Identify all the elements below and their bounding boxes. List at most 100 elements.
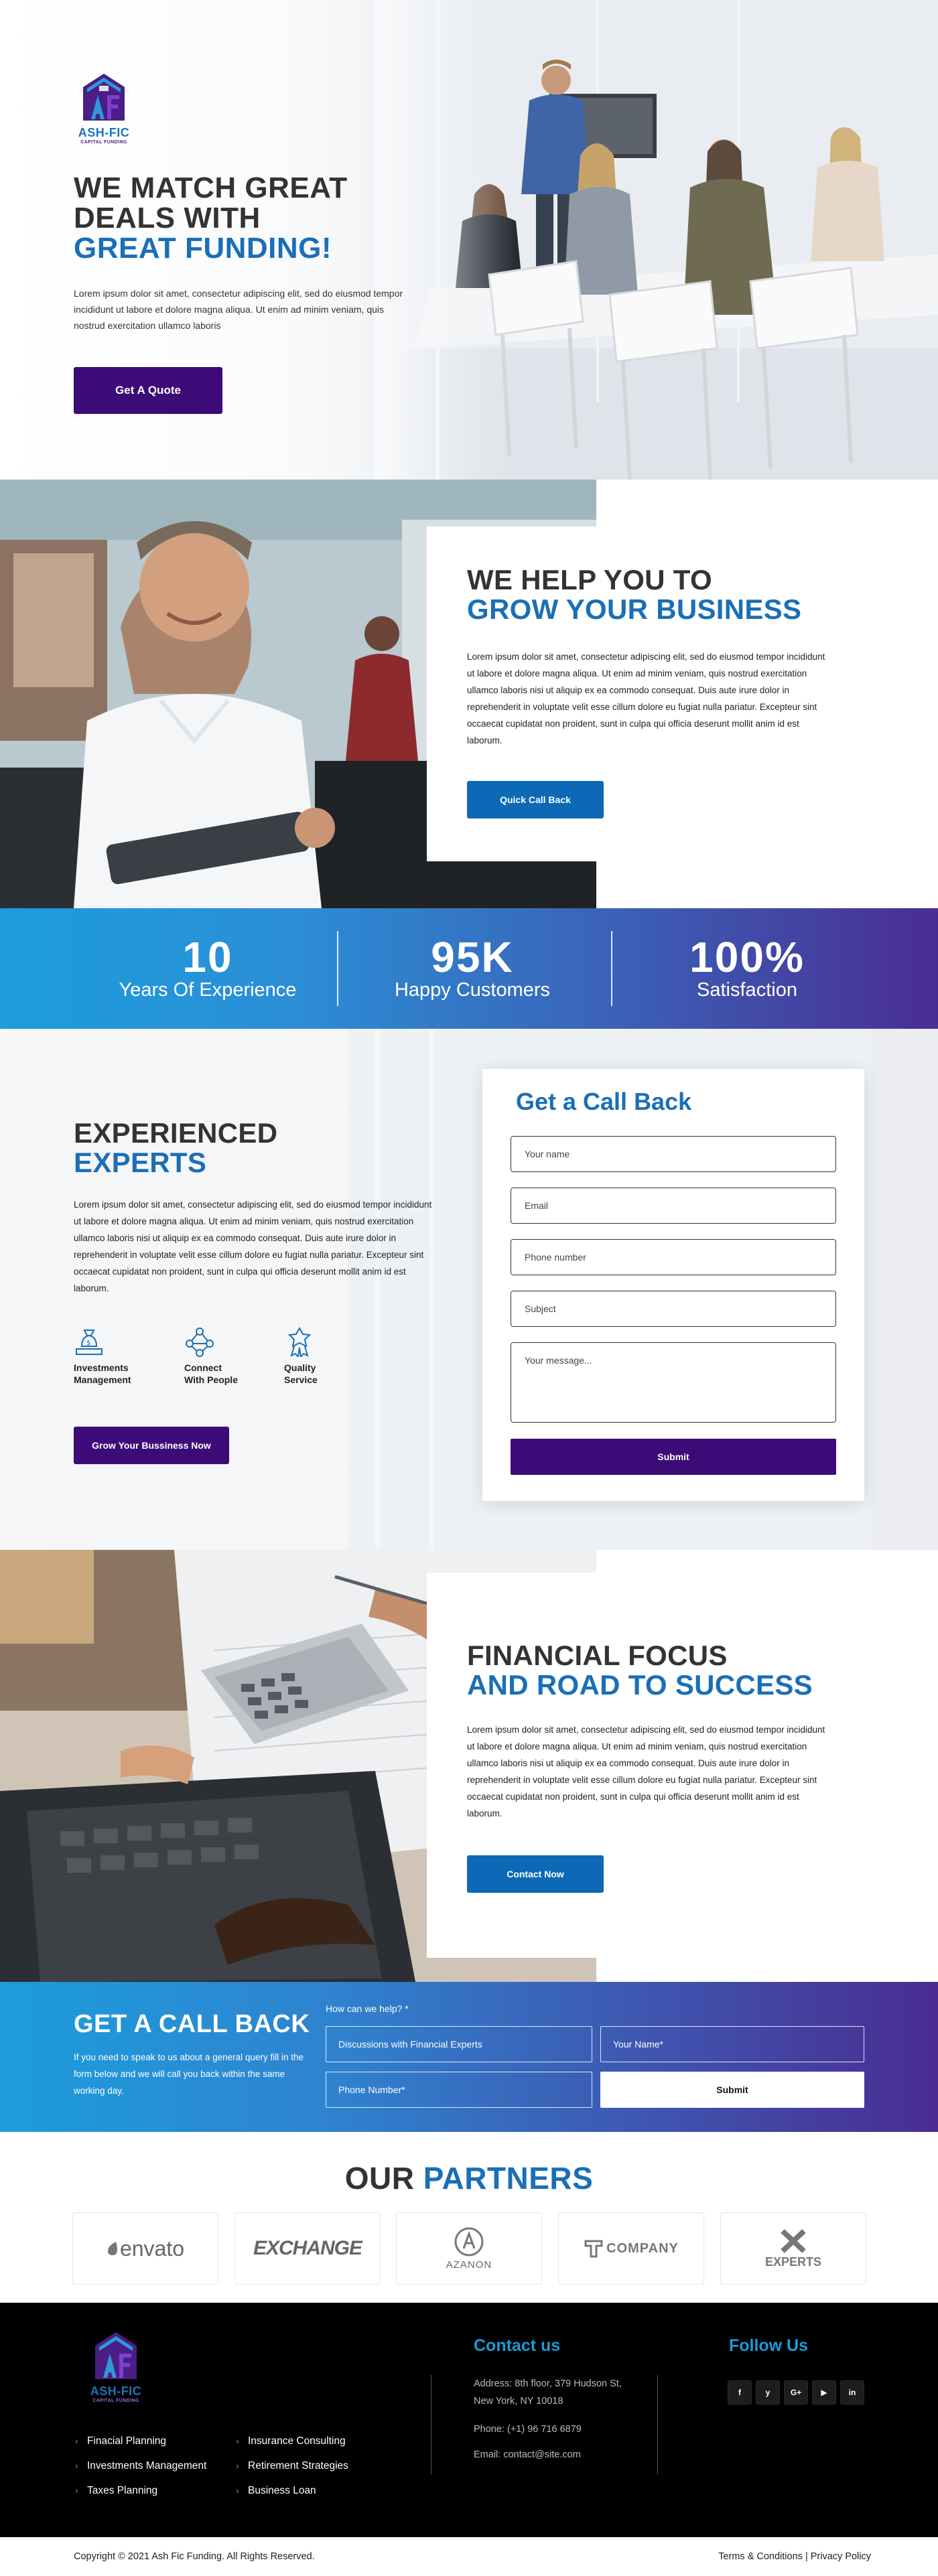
partner-name: EXCHANGE <box>253 2237 362 2259</box>
facebook-icon[interactable]: f <box>728 2380 752 2405</box>
address-line1: Address: 8th floor, 379 Hudson St, <box>474 2378 622 2389</box>
contact-email[interactable]: Email: contact@site.com <box>474 2446 581 2463</box>
feature-label-line1: Connect <box>184 1362 222 1373</box>
partner-name: COMPANY <box>606 2240 679 2256</box>
feature-connect: Connect With People <box>184 1326 271 1386</box>
call-back-band-description: If you need to speak to us about a gener… <box>74 2052 304 2096</box>
message-field[interactable] <box>511 1342 836 1423</box>
feature-label: Investments Management <box>74 1362 161 1386</box>
footer-link[interactable]: Taxes Planning <box>75 2478 206 2503</box>
twitter-icon[interactable]: y <box>756 2380 780 2405</box>
grow-business-now-button[interactable]: Grow Your Bussiness Now <box>74 1427 229 1464</box>
feature-label-line2: Management <box>74 1374 131 1385</box>
privacy-link[interactable]: Privacy Policy <box>811 2551 871 2562</box>
partners-title-accent: PARTNERS <box>423 2161 594 2196</box>
footer-links-column-2: Insurance Consulting Retirement Strategi… <box>236 2429 348 2503</box>
terms-link[interactable]: Terms & Conditions <box>718 2551 803 2562</box>
contact-now-button[interactable]: Contact Now <box>467 1855 604 1893</box>
envato-leaf-icon <box>107 2242 117 2255</box>
call-back-form-card: Get a Call Back Submit <box>482 1069 864 1501</box>
hero-title-line2: DEALS WITH <box>74 202 261 234</box>
stat-label: Happy Customers <box>394 979 551 1001</box>
landing-page: ASH-FIC CAPITAL FUNDING WE MATCH GREAT D… <box>0 0 938 2576</box>
partner-logo-envato[interactable]: envato <box>72 2212 218 2285</box>
address-line2: New York, NY 10018 <box>474 2396 563 2407</box>
submit-button[interactable]: Submit <box>511 1439 836 1475</box>
financial-focus-title-line1: FINANCIAL FOCUS <box>467 1640 728 1671</box>
brand-logo[interactable]: ASH-FIC CAPITAL FUNDING <box>74 72 134 146</box>
footer-link[interactable]: Retirement Strategies <box>236 2453 348 2478</box>
feature-label-line2: Service <box>284 1374 318 1385</box>
experts-x-icon <box>781 2228 806 2253</box>
stat-label: Years Of Experience <box>119 979 297 1001</box>
contact-us-heading: Contact us <box>474 2336 561 2355</box>
partners-section: OUR PARTNERS envato EXCHANGE AZANON COMP… <box>0 2132 938 2303</box>
experts-title-accent: EXPERTS <box>74 1147 207 1178</box>
name-field[interactable] <box>511 1136 836 1172</box>
footer-link[interactable]: Finacial Planning <box>75 2429 206 2453</box>
band-submit-button[interactable]: Submit <box>600 2072 864 2108</box>
band-phone-placeholder: Phone Number* <box>338 2084 405 2095</box>
get-a-quote-button[interactable]: Get A Quote <box>74 367 222 414</box>
contact-phone: Phone: (+1) 96 716 6879 <box>474 2424 582 2435</box>
financial-focus-description: Lorem ipsum dolor sit amet, consectetur … <box>467 1725 825 1818</box>
linkedin-icon[interactable]: in <box>840 2380 864 2405</box>
footer-links-column-1: Finacial Planning Investments Management… <box>75 2429 206 2503</box>
google-plus-icon[interactable]: G+ <box>784 2380 808 2405</box>
feature-label-line1: Quality <box>284 1362 316 1373</box>
partner-logo-exchange[interactable]: EXCHANGE <box>234 2212 381 2285</box>
footer-link[interactable]: Investments Management <box>75 2453 206 2478</box>
partner-name: envato <box>119 2236 185 2261</box>
email-field[interactable] <box>511 1188 836 1224</box>
footer-link[interactable]: Business Loan <box>236 2478 348 2503</box>
band-name-field[interactable]: Your Name* <box>600 2026 864 2062</box>
contact-address: Address: 8th floor, 379 Hudson St, New Y… <box>474 2375 622 2410</box>
phone-field[interactable] <box>511 1239 836 1275</box>
feature-quality: Quality Service <box>284 1326 371 1386</box>
feature-investments: $ Investments Management <box>74 1326 161 1386</box>
feature-label: Connect With People <box>184 1362 271 1386</box>
hero-section: ASH-FIC CAPITAL FUNDING WE MATCH GREAT D… <box>0 0 938 480</box>
help-topic-select[interactable]: Discussions with Financial Experts <box>326 2026 592 2062</box>
call-back-band: GET A CALL BACK If you need to speak to … <box>0 1982 938 2132</box>
partner-name: EXPERTS <box>764 2255 822 2269</box>
experts-title-line1: EXPERIENCED <box>74 1117 278 1149</box>
partners-title: OUR PARTNERS <box>0 2160 938 2196</box>
feature-label: Quality Service <box>284 1362 371 1386</box>
youtube-icon[interactable]: ▶ <box>812 2380 836 2405</box>
help-question-label: How can we help? * <box>326 2003 409 2014</box>
footer-link[interactable]: Insurance Consulting <box>236 2429 348 2453</box>
footer-logo[interactable]: ASH-FIC CAPITAL FUNDING <box>86 2331 146 2405</box>
legal-separator: | <box>805 2551 808 2562</box>
partner-logo-company[interactable]: COMPANY <box>558 2212 704 2285</box>
stat-satisfaction: 100% Satisfaction <box>610 908 884 1029</box>
copyright-text: Copyright © 2021 Ash Fic Funding. All Ri… <box>74 2551 315 2562</box>
partner-logo-experts[interactable]: EXPERTS <box>720 2212 866 2285</box>
band-phone-field[interactable]: Phone Number* <box>326 2072 592 2108</box>
grow-business-title: WE HELP YOU TO GROW YOUR BUSINESS <box>467 565 801 624</box>
money-bag-icon: $ <box>76 1330 103 1355</box>
partners-title-main: OUR <box>344 2161 415 2196</box>
experts-title: EXPERIENCED EXPERTS <box>74 1119 277 1177</box>
site-footer: ASH-FIC CAPITAL FUNDING Finacial Plannin… <box>0 2303 938 2537</box>
logo-tagline: CAPITAL FUNDING <box>80 140 127 145</box>
feature-label-line1: Investments <box>74 1362 129 1373</box>
experts-section: EXPERIENCED EXPERTS Lorem ipsum dolor si… <box>0 1029 938 1550</box>
people-network-icon <box>186 1328 214 1357</box>
stat-value: 95K <box>431 933 514 981</box>
partner-logo-azanon[interactable]: AZANON <box>396 2212 542 2285</box>
stat-value: 10 <box>182 933 233 981</box>
call-back-form-title: Get a Call Back <box>516 1088 692 1115</box>
band-name-placeholder: Your Name* <box>613 2039 663 2050</box>
logo-house-icon <box>83 74 125 121</box>
subject-field[interactable] <box>511 1291 836 1327</box>
hero-title-accent: GREAT FUNDING! <box>74 232 332 265</box>
award-icon <box>287 1326 312 1359</box>
footer-divider <box>657 2375 658 2474</box>
quick-call-back-button[interactable]: Quick Call Back <box>467 781 604 818</box>
hero-title: WE MATCH GREAT DEALS WITH GREAT FUNDING! <box>74 173 422 263</box>
azanon-emblem-icon <box>454 2227 484 2256</box>
logo-text: ASH-FIC <box>78 126 130 139</box>
financial-focus-section: FINANCIAL FOCUS AND ROAD TO SUCCESS Lore… <box>0 1550 938 1982</box>
feature-label-line2: With People <box>184 1374 238 1385</box>
